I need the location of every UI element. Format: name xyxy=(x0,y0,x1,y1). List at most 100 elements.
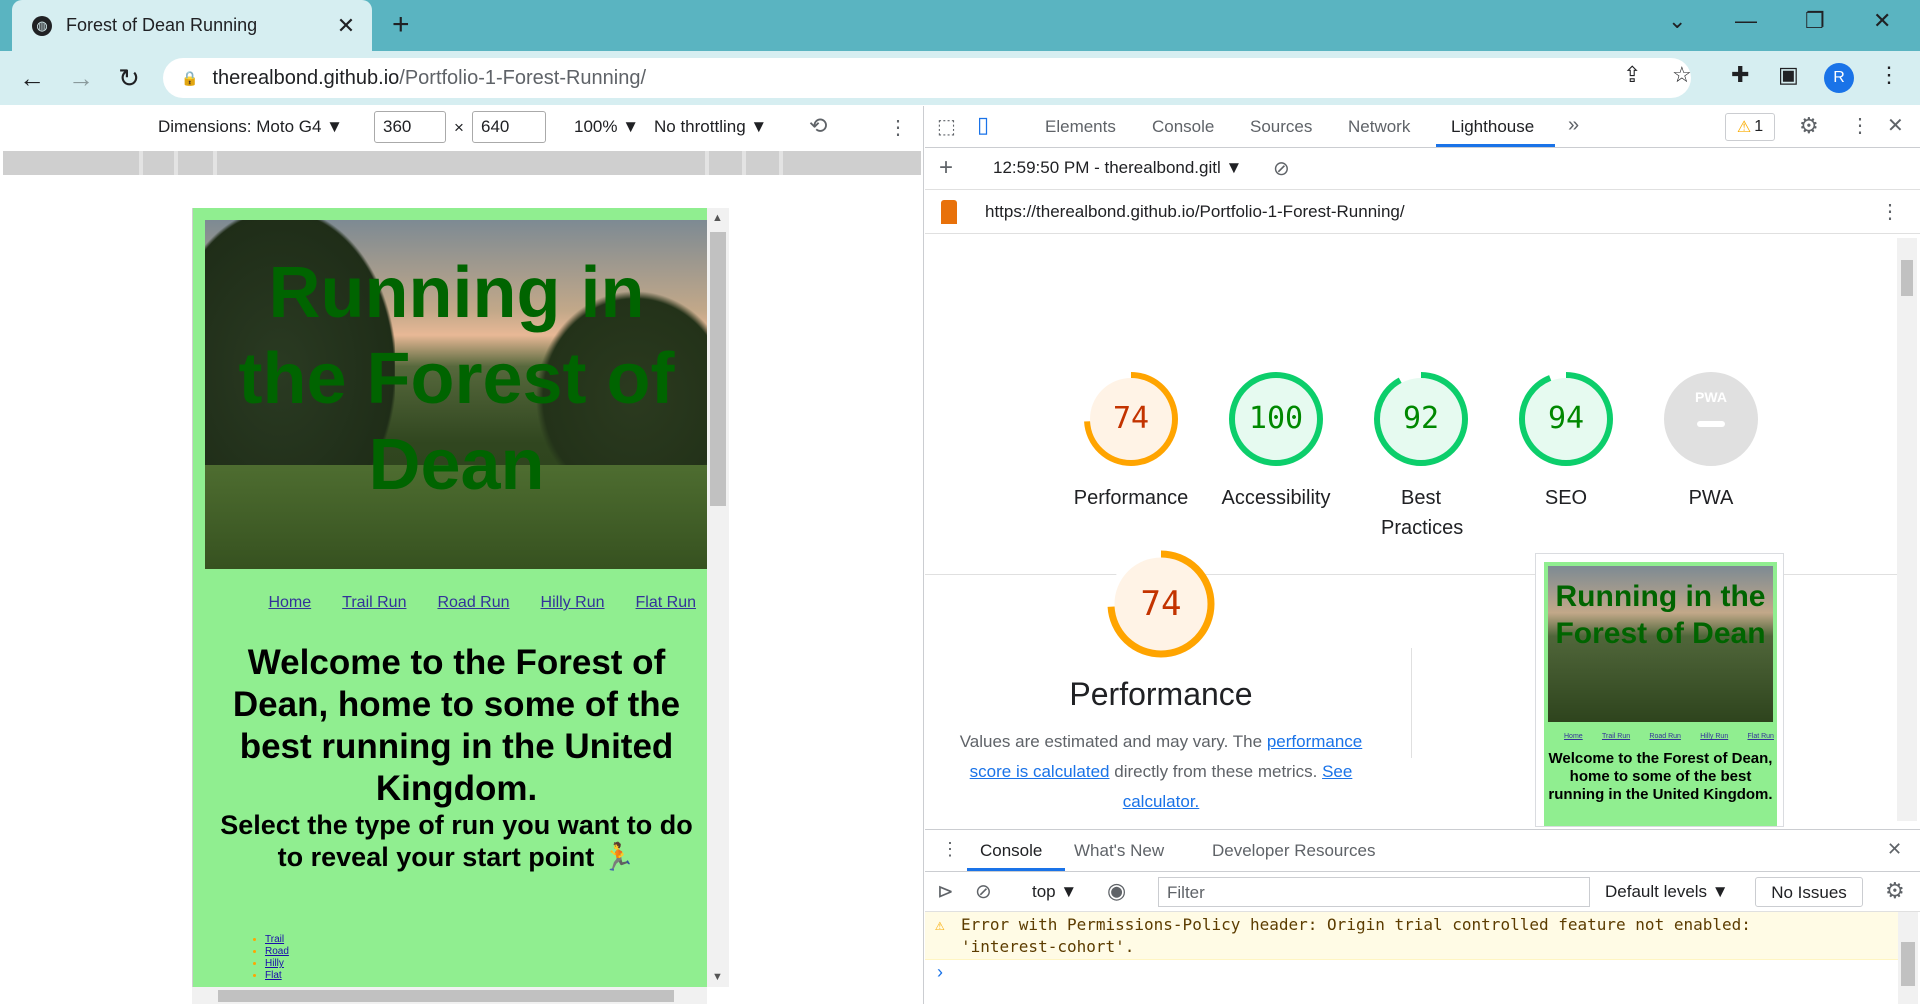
score-gauge-seo[interactable]: 94 SEO xyxy=(1506,369,1626,513)
viewport-vertical-scrollbar[interactable]: ▲ ▼ xyxy=(707,208,729,987)
thumb-nav-item: Road Run xyxy=(1649,733,1681,740)
drawer-tab-developer-resources[interactable]: Developer Resources xyxy=(1212,841,1375,861)
tab-sources[interactable]: Sources xyxy=(1250,117,1312,137)
extensions-icon[interactable]: ✚ xyxy=(1731,62,1749,88)
score-value: 92 xyxy=(1402,401,1440,436)
thumbnail-title: Running in the Forest of Dean xyxy=(1555,580,1766,650)
dimension-times: × xyxy=(454,118,464,137)
inspect-element-icon[interactable]: ⬚ xyxy=(937,114,956,139)
perf-desc-text-2: directly from these metrics. xyxy=(1109,762,1323,781)
console-settings-icon[interactable]: ⚙ xyxy=(1885,878,1905,904)
run-link-trail[interactable]: Trail xyxy=(265,934,284,945)
performance-gauge-large: 74 xyxy=(1101,544,1221,664)
device-width-input[interactable]: 360 xyxy=(374,111,446,143)
settings-gear-icon[interactable]: ⚙ xyxy=(1799,113,1819,139)
thumb-nav-item: Flat Run xyxy=(1747,733,1774,740)
score-gauge-performance[interactable]: 74 Performance xyxy=(1071,369,1191,513)
list-item: Hilly xyxy=(265,958,289,970)
globe-icon: ◍ xyxy=(32,15,52,36)
score-label: PWA xyxy=(1688,487,1734,509)
perf-desc-text: Values are estimated and may vary. The xyxy=(959,732,1267,751)
browser-tab[interactable]: ◍ Forest of Dean Running ✕ xyxy=(12,0,372,51)
run-link-flat[interactable]: Flat xyxy=(265,970,282,981)
zoom-select[interactable]: 100% ▼ xyxy=(574,117,639,137)
tab-console[interactable]: Console xyxy=(1152,117,1214,137)
bookmark-star-icon[interactable]: ☆ xyxy=(1672,62,1692,88)
rotate-icon[interactable]: ⟲ xyxy=(809,113,827,139)
score-label: Best Practices xyxy=(1381,487,1464,539)
close-tab-icon[interactable]: ✕ xyxy=(334,13,358,39)
nav-flat-link[interactable]: Flat Run xyxy=(636,594,696,612)
nav-hilly-link[interactable]: Hilly Run xyxy=(541,594,605,612)
divider xyxy=(1411,648,1412,758)
final-screenshot-thumbnail[interactable]: Running in the Forest of Dean Home Trail… xyxy=(1535,553,1784,827)
clear-console-icon[interactable]: ⊘ xyxy=(975,879,992,904)
audited-url[interactable]: https://therealbond.github.io/Portfolio-… xyxy=(985,202,1405,222)
clear-report-icon[interactable]: ⊘ xyxy=(1273,156,1290,181)
lighthouse-url-bar: https://therealbond.github.io/Portfolio-… xyxy=(925,190,1920,234)
score-gauge-best-practices[interactable]: 92 Best Practices xyxy=(1361,369,1481,543)
score-gauge-pwa[interactable]: PWA PWA xyxy=(1651,369,1771,513)
log-levels-select[interactable]: Default levels ▼ xyxy=(1605,882,1729,902)
viewport-horizontal-scrollbar[interactable] xyxy=(192,987,707,1004)
console-filter-input[interactable]: Filter xyxy=(1158,877,1590,907)
tab-search-icon[interactable]: ⌄ xyxy=(1668,8,1686,34)
nav-road-link[interactable]: Road Run xyxy=(437,594,509,612)
warning-icon: ⚠ xyxy=(935,915,945,934)
close-window-button[interactable]: ✕ xyxy=(1873,8,1891,34)
share-icon[interactable]: ⇪ xyxy=(1623,62,1641,88)
throttling-select[interactable]: No throttling ▼ xyxy=(654,117,767,137)
device-more-icon[interactable]: ⋮ xyxy=(888,115,908,140)
console-scrollbar[interactable] xyxy=(1898,912,1918,1004)
side-panel-icon[interactable]: ▣ xyxy=(1778,62,1799,88)
report-select[interactable]: 12:59:50 PM - therealbond.gitl ▼ xyxy=(993,158,1242,178)
performance-title: Performance xyxy=(1069,676,1253,712)
profile-avatar[interactable]: R xyxy=(1824,63,1854,93)
tab-title: Forest of Dean Running xyxy=(66,15,258,35)
reload-icon[interactable]: ↻ xyxy=(109,51,149,105)
sidebar-toggle-icon[interactable]: ⊳ xyxy=(937,879,954,904)
issues-button[interactable]: No Issues xyxy=(1755,877,1863,907)
tab-lighthouse[interactable]: Lighthouse xyxy=(1451,117,1534,137)
tab-network[interactable]: Network xyxy=(1348,117,1410,137)
back-icon[interactable]: ← xyxy=(12,51,52,105)
devtools-menu-icon[interactable]: ⋮ xyxy=(1850,113,1870,138)
console-drawer: ⋮ Console What's New Developer Resources… xyxy=(925,829,1920,1004)
address-bar[interactable]: 🔒 therealbond.github.io/Portfolio-1-Fore… xyxy=(163,58,1691,98)
nav-trail-link[interactable]: Trail Run xyxy=(342,594,406,612)
list-item: Trail xyxy=(265,934,289,946)
url-host: therealbond.github.io xyxy=(212,66,400,89)
more-tabs-icon[interactable]: » xyxy=(1568,114,1579,137)
context-select[interactable]: top ▼ xyxy=(1032,882,1077,902)
run-link-road[interactable]: Road xyxy=(265,946,289,957)
close-devtools-icon[interactable]: ✕ xyxy=(1887,113,1904,138)
nav-home-link[interactable]: Home xyxy=(268,594,311,612)
report-scrollbar[interactable] xyxy=(1897,238,1917,821)
thumbnail-nav: Home Trail Run Road Run Hilly Run Flat R… xyxy=(1564,733,1774,740)
device-height-input[interactable]: 640 xyxy=(472,111,546,143)
run-link-hilly[interactable]: Hilly xyxy=(265,958,284,969)
new-report-icon[interactable]: + xyxy=(939,154,953,182)
device-toggle-icon[interactable]: ▯ xyxy=(977,112,989,138)
drawer-tab-console[interactable]: Console xyxy=(980,841,1042,861)
close-drawer-icon[interactable]: ✕ xyxy=(1887,839,1902,860)
minimize-button[interactable]: — xyxy=(1735,8,1757,34)
report-menu-icon[interactable]: ⋮ xyxy=(1880,199,1900,224)
active-tab-indicator xyxy=(1436,144,1555,147)
restore-button[interactable]: ❐ xyxy=(1805,8,1825,34)
console-prompt[interactable]: › xyxy=(937,962,943,983)
drawer-tab-whats-new[interactable]: What's New xyxy=(1074,841,1164,861)
drawer-menu-icon[interactable]: ⋮ xyxy=(941,839,959,860)
forward-icon[interactable]: → xyxy=(61,51,101,105)
drawer-tabbar: ⋮ Console What's New Developer Resources… xyxy=(925,830,1920,872)
console-warning-message: ⚠ Error with Permissions-Policy header: … xyxy=(925,912,1900,960)
lighthouse-logo-icon xyxy=(941,200,957,224)
browser-menu-icon[interactable]: ⋮ xyxy=(1878,62,1900,88)
tab-elements[interactable]: Elements xyxy=(1045,117,1116,137)
eye-icon[interactable]: ◉ xyxy=(1107,878,1126,904)
warnings-badge[interactable]: ⚠ 1 xyxy=(1725,113,1775,141)
media-query-ruler[interactable] xyxy=(3,151,921,175)
score-gauge-accessibility[interactable]: 100 Accessibility xyxy=(1216,369,1336,513)
device-dimensions-select[interactable]: Dimensions: Moto G4 ▼ xyxy=(158,117,343,137)
new-tab-button[interactable]: + xyxy=(392,10,410,40)
